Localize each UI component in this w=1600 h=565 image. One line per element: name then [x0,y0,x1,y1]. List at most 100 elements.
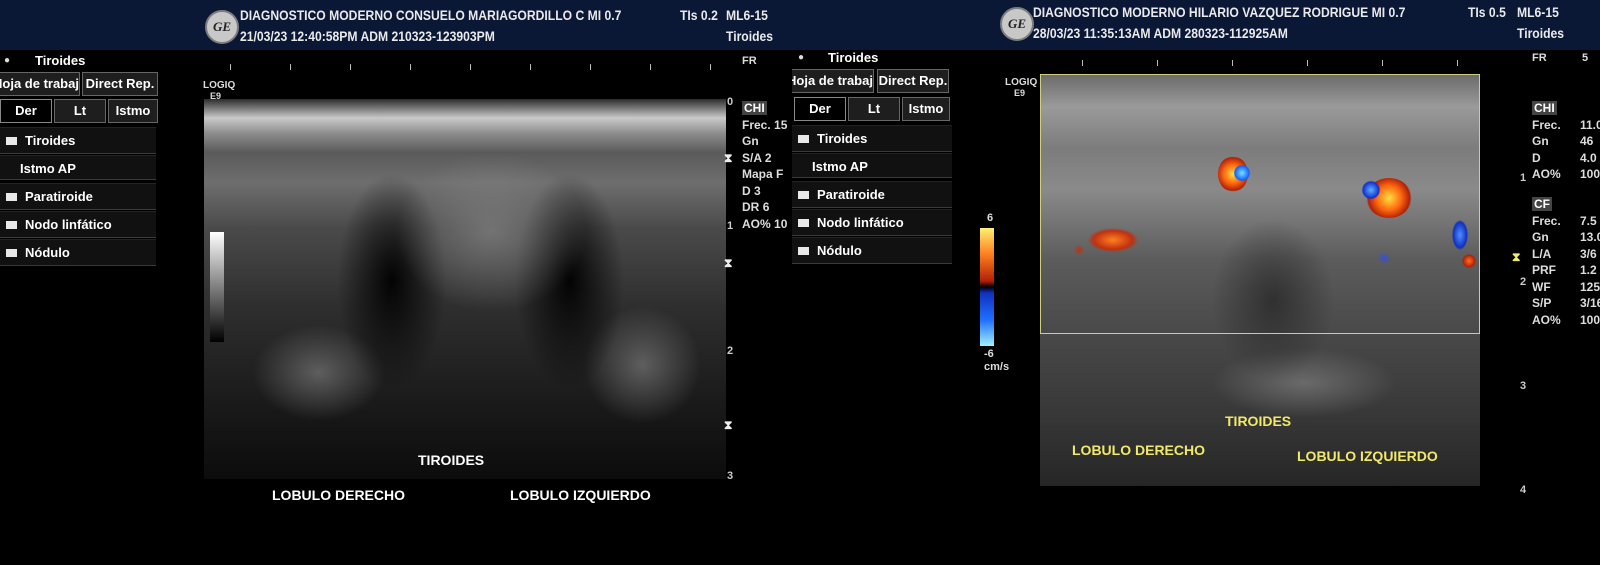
param-row: WF 125 [1532,279,1600,294]
param-row: CHI [1532,101,1557,115]
focus-marker-icon: ⧗ [724,256,733,270]
header-tis: TIs 0.2 [680,8,718,23]
param-row: S/A 2 [742,150,772,165]
scale-tick [1232,60,1233,66]
color-velocity-bar [980,228,994,346]
param-row: D 4.0 [1532,150,1597,165]
scale-tick [470,64,471,70]
scale-tick [290,64,291,70]
menu-item-label: Tiroides [25,133,76,148]
menu-item-nodo-linfatico[interactable]: Nodo linfático [792,209,952,236]
menu-item-paratiroide[interactable]: Paratiroide [0,183,156,210]
fr-label: FR [742,55,757,67]
scale-tick [1457,60,1458,66]
scale-tick [1307,60,1308,66]
tab-lt[interactable]: Lt [848,97,900,121]
menu-item-label: Nódulo [25,245,70,260]
param-row: Gn [742,134,759,148]
depth-4: 4 [1520,484,1527,496]
scale-tick [1157,60,1158,66]
scale-tick [1082,60,1083,66]
header-preset: Tiroides [726,29,774,44]
menu-item-istmo-ap[interactable]: Istmo AP [0,155,156,180]
label-tiroides: TIROIDES [418,452,485,468]
folder-icon [6,248,17,257]
menu-item-label: Istmo AP [20,161,76,176]
param-row: D 3 [742,183,761,198]
tab-istmo[interactable]: Istmo [902,97,950,121]
folder-icon [798,218,809,227]
param-row: CHI [742,101,767,115]
header-bar: GE DIAGNOSTICO MODERNO HILARIO VAZQUEZ R… [792,0,1600,50]
header-bar: GE DIAGNOSTICO MODERNO CONSUELO MARIAGOR… [0,0,792,50]
worksheet-button[interactable]: Hoja de trabajo [792,69,874,93]
header-patient-line: DIAGNOSTICO MODERNO CONSUELO MARIAGORDIL… [240,8,622,23]
focus-marker-icon: ⧗ [1512,250,1521,264]
doppler-flow [1088,228,1138,252]
ultrasound-image [204,99,726,479]
color-scale-max: 6 [987,212,994,224]
folder-icon [6,192,17,201]
param-row: AO% 10 [742,216,788,231]
tab-der[interactable]: Der [0,99,52,123]
label-lobulo-izquierdo: LOBULO IZQUIERDO [1297,448,1438,464]
direct-rep-button[interactable]: Direct Rep. [82,72,158,96]
doppler-flow [1452,220,1468,250]
depth-2: 2 [727,345,734,357]
color-doppler-roi [1040,74,1480,334]
label-lobulo-derecho: LOBULO DERECHO [1072,442,1205,458]
menu-item-nodo-linfatico[interactable]: Nodo linfático [0,211,156,238]
param-row: Gn 13.0 [1532,230,1600,244]
fr-value: 5 [1582,52,1589,64]
ge-logo: GE [1000,7,1034,41]
param-row: CF [1532,197,1552,211]
folder-icon [798,134,809,143]
depth-1: 1 [1520,172,1527,184]
bullet-icon: ● [798,52,805,63]
header-preset: Tiroides [1517,26,1565,41]
tab-lt[interactable]: Lt [54,99,106,123]
doppler-flow [1074,244,1084,256]
menu-item-label: Tiroides [817,131,868,146]
menu-item-tiroides[interactable]: Tiroides [792,125,952,152]
depth-2: 2 [1520,276,1527,288]
doppler-flow [1234,164,1250,182]
focus-marker-icon: ⧗ [724,418,733,432]
scale-tick [350,64,351,70]
param-row: PRF 1.2 [1532,263,1597,277]
scale-tick [590,64,591,70]
param-row: Mapa F [742,167,784,181]
bullet-icon: ● [4,55,11,66]
menu-item-label: Nodo linfático [25,217,112,232]
param-row: Gn 46 [1532,134,1594,148]
menu-item-istmo-ap[interactable]: Istmo AP [792,153,952,178]
menu-title: Tiroides [35,53,86,68]
header-date-line: 28/03/23 11:35:13AM ADM 280323-112925AM [1033,26,1288,41]
tab-istmo[interactable]: Istmo [108,99,158,123]
menu-item-nodulo[interactable]: Nódulo [792,237,952,264]
folder-icon [798,190,809,199]
ultrasound-panel-left: GE DIAGNOSTICO MODERNO CONSUELO MARIAGOR… [0,0,792,565]
depth-3: 3 [727,470,734,482]
worksheet-button[interactable]: Hoja de trabajo [0,72,80,96]
folder-icon [6,220,17,229]
scale-tick [410,64,411,70]
param-row: Frec. 11.0 [1532,117,1600,132]
param-row: DR 6 [742,200,770,214]
label-lobulo-derecho: LOBULO DERECHO [272,487,405,503]
menu-item-label: Nódulo [817,243,862,258]
direct-rep-button[interactable]: Direct Rep. [877,69,949,93]
menu-item-nodulo[interactable]: Nódulo [0,239,156,266]
fr-label: FR [1532,52,1547,64]
label-lobulo-izquierdo: LOBULO IZQUIERDO [510,487,651,503]
header-date-line: 21/03/23 12:40:58PM ADM 210323-123903PM [240,29,495,44]
param-row: S/P 3/16 [1532,296,1600,310]
menu-item-paratiroide[interactable]: Paratiroide [792,181,952,208]
param-row: L/A 3/6 [1532,246,1597,261]
scale-tick [230,64,231,70]
header-tis: TIs 0.5 [1468,5,1506,20]
tab-der[interactable]: Der [794,97,846,121]
menu-item-tiroides[interactable]: Tiroides [0,127,156,154]
label-tiroides: TIROIDES [1225,413,1292,429]
param-list-chi: CHI Frec. 11.0 Gn 46 D 4.0 AO% 100 [1532,100,1600,183]
